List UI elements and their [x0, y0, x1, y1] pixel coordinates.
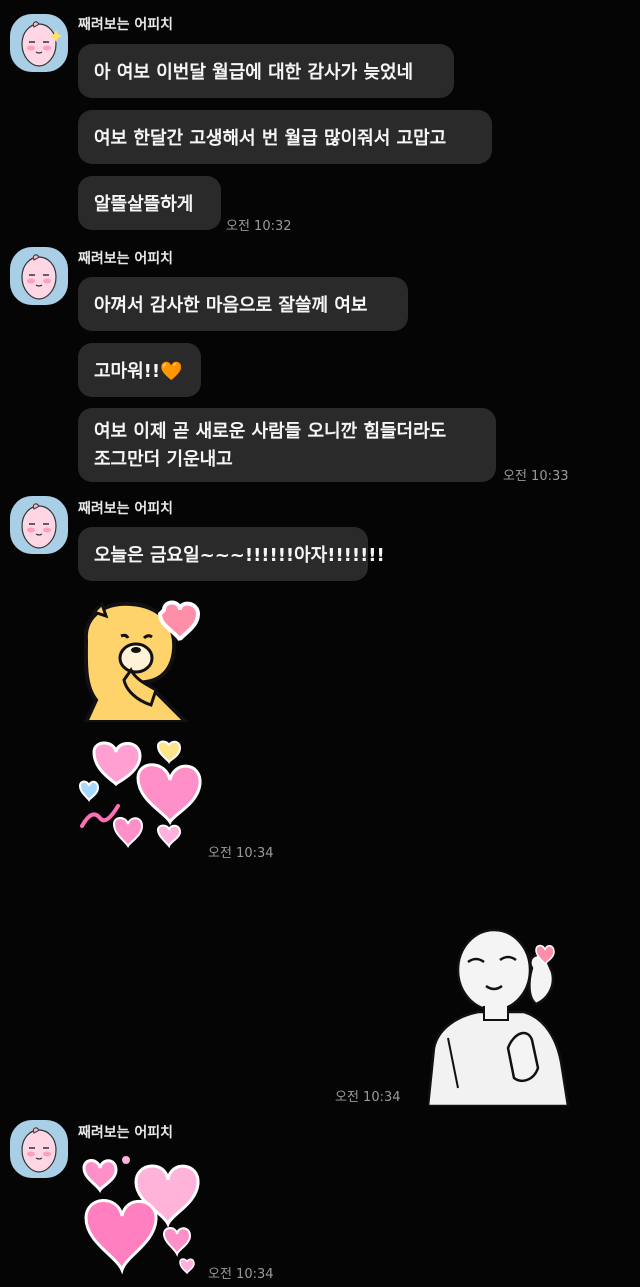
message-bubble[interactable]: 고마워!!🧡 — [78, 343, 201, 397]
apeach-avatar-icon — [21, 21, 62, 67]
message-bubble[interactable]: 여보 이제 곧 새로운 사람들 오니깐 힘들더라도 조그만더 기운내고 — [78, 408, 496, 482]
pink-hearts-sticker[interactable] — [78, 738, 206, 854]
peach-hearts-icon — [82, 1156, 200, 1275]
blowing-kiss-man-sticker[interactable] — [426, 928, 572, 1108]
avatar[interactable] — [10, 1120, 68, 1178]
sender-name: 째려보는 어피치 — [78, 251, 174, 267]
avatar[interactable] — [10, 247, 68, 305]
blowing-kiss-man-icon — [426, 928, 570, 1108]
apeach-avatar-icon — [21, 1127, 57, 1173]
choonsik-heart-sticker[interactable] — [76, 600, 206, 724]
timestamp: 오전 10:34 — [335, 1090, 401, 1105]
sender-name: 째려보는 어피치 — [78, 17, 174, 33]
message-bubble[interactable]: 오늘은 금요일~~~!!!!!!아자!!!!!!! — [78, 527, 385, 581]
pink-hearts-icon — [78, 740, 202, 849]
timestamp: 오전 10:33 — [503, 469, 569, 484]
message-bubble[interactable]: 아 여보 이번달 월급에 대한 감사가 늦었네 — [78, 44, 454, 98]
timestamp: 오전 10:34 — [208, 846, 274, 861]
peach-hearts-sticker[interactable] — [80, 1152, 202, 1276]
timestamp: 오전 10:34 — [208, 1267, 274, 1282]
sender-name: 째려보는 어피치 — [78, 501, 174, 517]
avatar[interactable] — [10, 496, 68, 554]
timestamp: 오전 10:32 — [226, 219, 292, 234]
avatar[interactable] — [10, 14, 68, 72]
sender-name: 째려보는 어피치 — [78, 1125, 174, 1141]
message-bubble[interactable]: 알뜰살뜰하게 — [78, 176, 221, 230]
apeach-avatar-icon — [21, 503, 57, 549]
apeach-avatar-icon — [21, 254, 57, 300]
message-bubble[interactable]: 여보 한달간 고생해서 번 월급 많이줘서 고맙고 — [78, 110, 492, 164]
message-bubble[interactable]: 아껴서 감사한 마음으로 잘쓸께 여보 — [78, 277, 408, 331]
choonsik-heart-icon — [82, 600, 201, 724]
